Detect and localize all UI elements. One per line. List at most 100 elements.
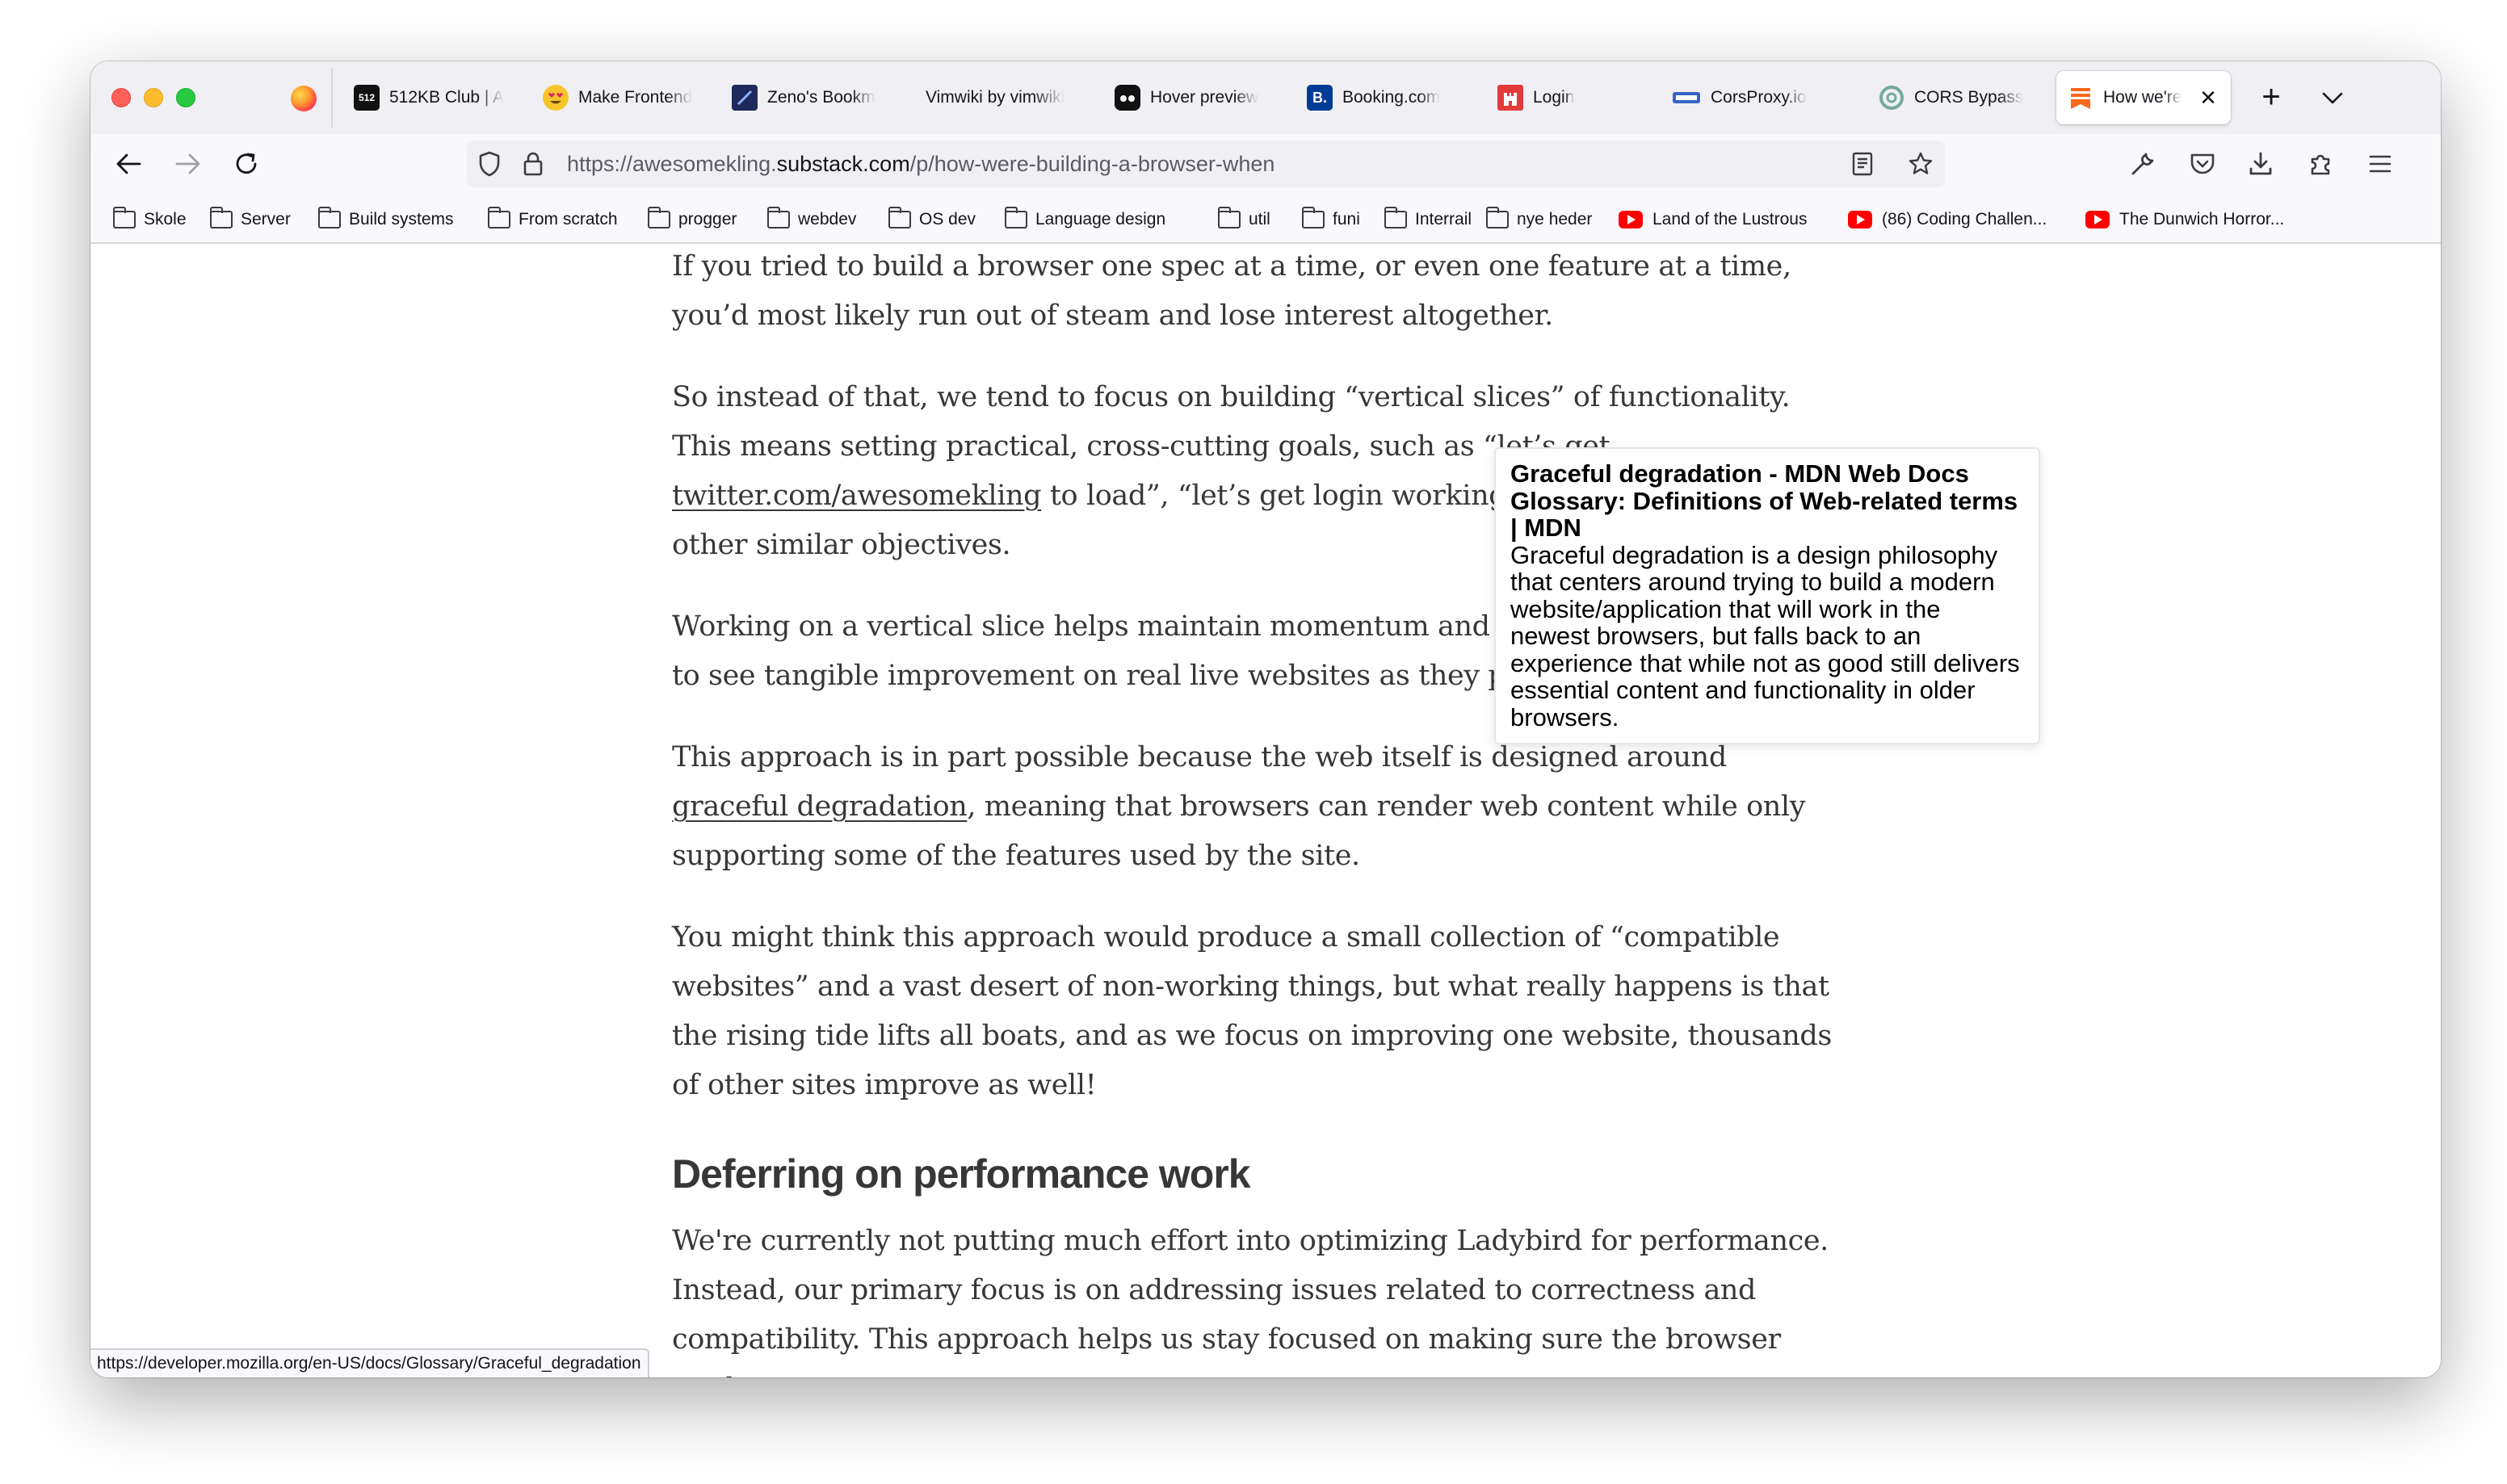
tab-512kb-club[interactable]: 512 512KB Club | A	[354, 71, 507, 124]
bookmark-dunwich-horror[interactable]: The Dunwich Horror...	[2085, 207, 2284, 233]
folder-icon	[1301, 207, 1325, 228]
article-paragraph: If you tried to build a browser one spec…	[672, 250, 1791, 332]
url-path: /p/how-were-building-a-browser-when	[909, 152, 1275, 176]
tooltip-title: Graceful degradation - MDN Web Docs Glos…	[1510, 459, 2018, 542]
bookmark-land-of-the-lustrous[interactable]: Land of the Lustrous	[1619, 207, 1807, 233]
bookmark-label: Interrail	[1415, 210, 1472, 228]
graceful-degradation-link[interactable]: graceful degradation	[672, 790, 968, 823]
page-content: If you tried to build a browser one spec…	[90, 245, 2441, 1377]
hamburger-menu-icon	[2369, 155, 2392, 173]
bookmark-label: funi	[1333, 210, 1360, 228]
bookmark-label: progger	[678, 210, 737, 228]
bookmark-folder-util[interactable]: util	[1217, 207, 1270, 233]
tab-title: Hover preview	[1150, 88, 1259, 107]
tab-cors-bypass[interactable]: CORS Bypass	[1879, 71, 2040, 124]
bookmark-folder-interrail[interactable]: Interrail	[1384, 207, 1472, 233]
chatgpt-icon	[1879, 85, 1904, 111]
forward-button[interactable]	[168, 144, 208, 184]
youtube-icon	[1619, 211, 1643, 228]
tab-how-were-building[interactable]: How we're ✕	[2056, 71, 2231, 124]
url-bar[interactable]: https://awesomekling.substack.com/p/how-…	[467, 140, 1945, 187]
tracking-protection-shield-icon[interactable]	[477, 151, 502, 177]
folder-icon	[888, 207, 911, 228]
article-paragraph: We're currently not putting much effort …	[672, 1225, 1829, 1377]
paragraph-text: This approach is in part possible becaus…	[672, 741, 1727, 773]
bookmark-coding-challenge[interactable]: (86) Coding Challen...	[1848, 207, 2047, 233]
lock-icon[interactable]	[520, 151, 546, 177]
wrench-icon	[2131, 153, 2154, 175]
tab-zenos-bookmarks[interactable]: Zeno's Bookm	[732, 71, 893, 124]
bookmark-label: Land of the Lustrous	[1652, 210, 1808, 228]
bookmark-folder-skole[interactable]: Skole	[112, 207, 187, 233]
folder-icon	[766, 207, 790, 228]
url-prefix: https://awesomekling.	[567, 152, 777, 176]
512-icon: 512	[354, 85, 380, 111]
firefox-view-button[interactable]	[268, 79, 339, 118]
bookmark-label: The Dunwich Horror...	[2119, 210, 2285, 228]
tab-title: How we're	[2103, 88, 2182, 107]
bookmark-star-icon[interactable]	[1908, 151, 1934, 177]
app-menu-button[interactable]	[2360, 144, 2400, 184]
developer-tools-button[interactable]	[2123, 144, 2163, 184]
folder-icon	[647, 207, 670, 228]
folder-icon	[1004, 207, 1027, 228]
bookmark-folder-webdev[interactable]: webdev	[766, 207, 856, 233]
reload-button[interactable]	[226, 144, 267, 184]
bookmark-folder-language-design[interactable]: Language design	[1004, 207, 1165, 233]
tab-title: 512KB Club | A	[389, 88, 505, 107]
reader-view-icon[interactable]	[1850, 151, 1875, 177]
arrow-right-icon	[175, 153, 200, 174]
downloads-button[interactable]	[2240, 144, 2281, 184]
folder-icon	[112, 207, 136, 228]
bookmark-label: OS dev	[919, 210, 976, 228]
bookmark-label: (86) Coding Challen...	[1882, 210, 2047, 228]
zoom-window-button[interactable]	[176, 88, 195, 107]
minimize-window-button[interactable]	[144, 88, 163, 107]
heart-eyes-emoji-icon	[543, 85, 569, 111]
bookmark-label: nye heder	[1517, 210, 1593, 228]
bookmark-folder-nye-heder[interactable]: nye heder	[1485, 207, 1593, 233]
list-all-tabs-button[interactable]	[2313, 79, 2352, 118]
twitter-link[interactable]: twitter.com/awesomekling	[672, 480, 1042, 512]
bookmarks-toolbar: Skole Server Build systems From scratch …	[90, 194, 2441, 244]
tab-booking[interactable]: B. Booking.com	[1307, 71, 1468, 124]
tab-make-frontend[interactable]: Make Frontend	[543, 71, 704, 124]
tab-corsproxy[interactable]: CorsProxy.io	[1672, 71, 1841, 124]
article-paragraph: You might think this approach would prod…	[672, 921, 1832, 1101]
url-text[interactable]: https://awesomekling.substack.com/p/how-…	[567, 140, 1274, 187]
url-host: substack.com	[776, 152, 910, 176]
github-icon	[1115, 85, 1140, 111]
folder-icon	[487, 207, 510, 228]
castle-icon	[1497, 85, 1523, 111]
article-body: If you tried to build a browser one spec…	[672, 245, 1851, 1377]
bookmark-label: Server	[241, 210, 291, 228]
tooltip-description: Graceful degradation is a design philoso…	[1510, 540, 2020, 732]
tab-title: Zeno's Bookm	[767, 88, 876, 107]
chevron-down-icon	[2322, 92, 2343, 104]
pocket-button[interactable]	[2182, 144, 2223, 184]
bookmark-label: Build systems	[349, 210, 454, 228]
bookmark-folder-progger[interactable]: progger	[647, 207, 737, 233]
bookmark-folder-build-systems[interactable]: Build systems	[317, 207, 454, 233]
close-window-button[interactable]	[111, 88, 131, 107]
bookmark-folder-funi[interactable]: funi	[1301, 207, 1360, 233]
article-paragraph: This approach is in part possible becaus…	[672, 733, 1851, 881]
bookmark-folder-os-dev[interactable]: OS dev	[888, 207, 976, 233]
folder-icon	[1384, 207, 1407, 228]
back-button[interactable]	[108, 144, 149, 184]
tab-title: Booking.com	[1342, 88, 1441, 107]
close-tab-icon[interactable]: ✕	[2197, 86, 2219, 111]
bookmark-folder-server[interactable]: Server	[209, 207, 291, 233]
firefox-icon	[291, 86, 317, 111]
browser-window: 512 512KB Club | A Make Frontend Zeno's …	[90, 61, 2441, 1377]
reload-icon	[236, 153, 257, 174]
tab-strip: 512 512KB Club | A Make Frontend Zeno's …	[90, 61, 2441, 134]
extensions-button[interactable]	[2300, 144, 2341, 184]
bookmark-label: util	[1249, 210, 1270, 228]
youtube-icon	[1848, 211, 1872, 228]
tab-title: Make Frontend	[578, 88, 693, 107]
bookmark-folder-from-scratch[interactable]: From scratch	[487, 207, 618, 233]
tab-title: Vimwiki by vimwiki	[926, 88, 1065, 107]
corsproxy-icon	[1672, 85, 1701, 111]
new-tab-button[interactable]: +	[2252, 79, 2291, 118]
